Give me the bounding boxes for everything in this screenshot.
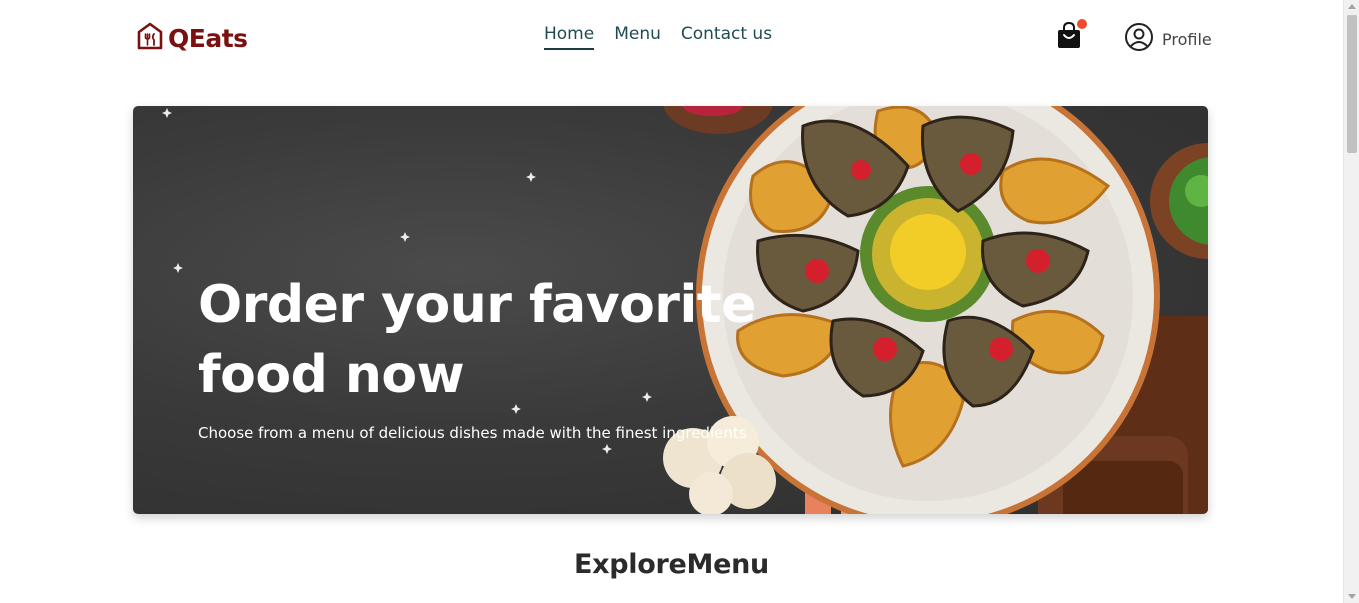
main-nav: Home Menu Contact us	[544, 24, 772, 50]
scroll-thumb[interactable]	[1347, 15, 1357, 153]
profile-label: Profile	[1162, 29, 1212, 49]
logo-text: QEats	[168, 23, 248, 53]
scroll-down-arrow[interactable]	[1348, 594, 1356, 599]
restaurant-house-icon	[137, 22, 163, 54]
logo[interactable]: QEats	[137, 22, 248, 54]
cart-button[interactable]	[1057, 19, 1087, 53]
nav-home[interactable]: Home	[544, 24, 595, 50]
shopping-bag-icon	[1057, 21, 1081, 53]
top-header: QEats Home Menu Contact us Profile	[0, 0, 1343, 76]
user-circle-icon	[1124, 22, 1154, 56]
profile-button[interactable]: Profile	[1124, 22, 1212, 56]
hero-title: Order your favorite food now	[198, 275, 756, 405]
nav-menu[interactable]: Menu	[614, 24, 661, 50]
vertical-scrollbar[interactable]	[1343, 0, 1359, 603]
cart-badge	[1077, 19, 1087, 29]
explore-menu-heading: ExploreMenu	[574, 549, 769, 580]
scroll-up-arrow[interactable]	[1348, 4, 1356, 9]
nav-contact-us[interactable]: Contact us	[681, 24, 772, 50]
hero-subtitle: Choose from a menu of delicious dishes m…	[198, 424, 747, 442]
hero-banner: Order your favorite food now Choose from…	[133, 106, 1208, 514]
